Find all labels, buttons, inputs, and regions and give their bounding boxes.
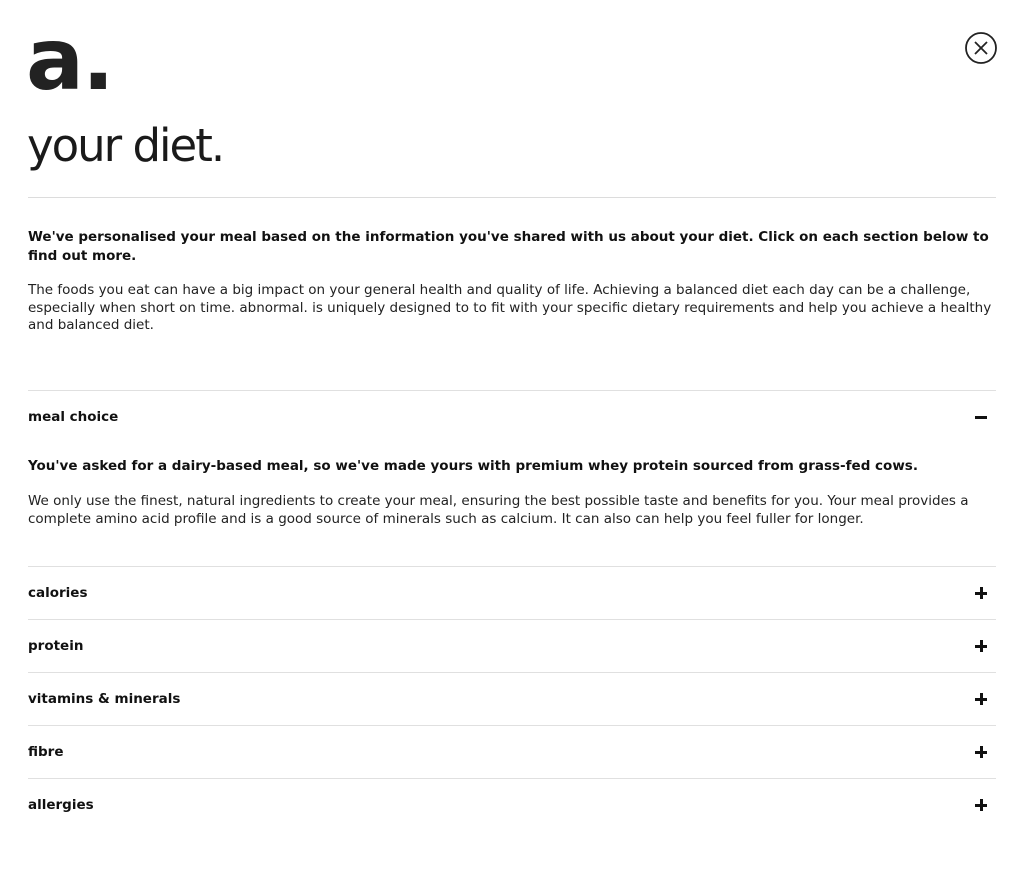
plus-icon[interactable] [974,692,988,706]
accordion-item-fibre: fibre [28,725,996,778]
divider [28,197,996,198]
accordion-item-allergies: allergies [28,778,996,831]
brand-logo: a. [26,10,115,110]
accordion-label: protein [28,638,84,654]
accordion-item-protein: protein [28,619,996,672]
plus-icon[interactable] [974,639,988,653]
accordion-label: fibre [28,744,64,760]
accordion-header-protein[interactable]: protein [28,620,996,672]
accordion-label: calories [28,585,88,601]
accordion-label: meal choice [28,409,119,425]
intro-lead: We've personalised your meal based on th… [28,229,989,264]
plus-icon[interactable] [974,745,988,759]
accordion-content-body: We only use the finest, natural ingredie… [28,493,969,527]
minus-icon[interactable] [974,410,988,424]
accordion-label: allergies [28,797,94,813]
accordion-header-vitamins-minerals[interactable]: vitamins & minerals [28,673,996,725]
accordion-item-vitamins-minerals: vitamins & minerals [28,672,996,725]
accordion-label: vitamins & minerals [28,691,181,707]
page-title: your diet. [27,119,225,172]
intro-body: The foods you eat can have a big impact … [28,282,992,333]
accordion-item-meal-choice: meal choice You've asked for a dairy-bas… [28,390,996,566]
accordion-content-lead: You've asked for a dairy-based meal, so … [28,458,918,474]
accordion-header-fibre[interactable]: fibre [28,726,996,778]
plus-icon[interactable] [974,586,988,600]
accordion-header-allergies[interactable]: allergies [28,779,996,831]
close-icon[interactable] [964,31,998,65]
diet-panel: a. your diet. We've personalised your me… [0,0,1024,871]
accordion-item-calories: calories [28,566,996,619]
intro-section: We've personalised your meal based on th… [28,228,993,335]
accordion-header-meal-choice[interactable]: meal choice [28,391,996,443]
accordion-content-meal-choice: You've asked for a dairy-based meal, so … [28,443,996,566]
plus-icon[interactable] [974,798,988,812]
accordion-header-calories[interactable]: calories [28,567,996,619]
accordion: meal choice You've asked for a dairy-bas… [28,390,996,831]
